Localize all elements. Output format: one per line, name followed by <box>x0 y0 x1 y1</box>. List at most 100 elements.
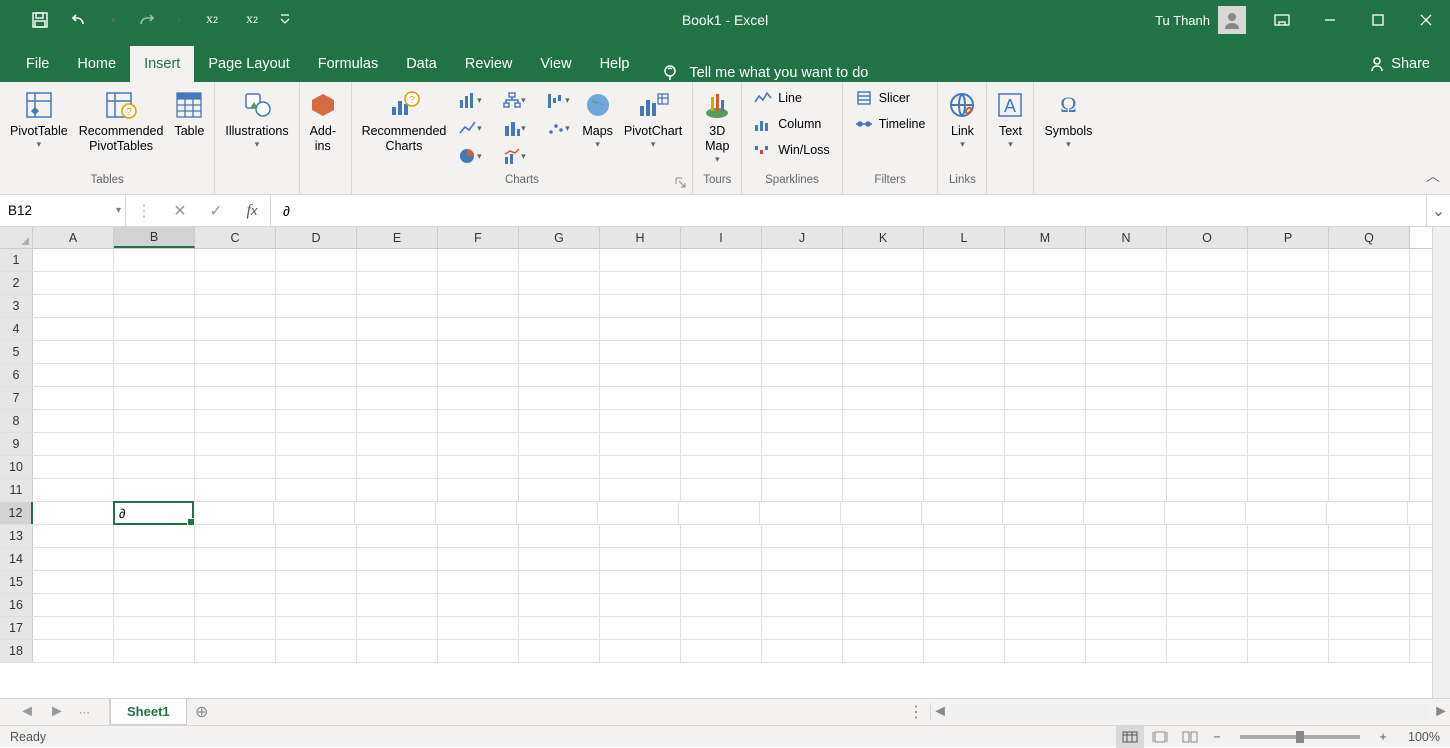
cell[interactable] <box>276 640 357 662</box>
cell[interactable] <box>1005 548 1086 570</box>
cell[interactable] <box>519 387 600 409</box>
cell[interactable] <box>1086 272 1167 294</box>
superscript-button[interactable]: x2 <box>232 0 272 40</box>
expand-formula-bar-icon[interactable]: ⌄ <box>1426 195 1450 226</box>
3d-map-button[interactable]: 3D Map ▾ <box>699 86 735 165</box>
cell[interactable] <box>195 318 276 340</box>
sheet-nav-more-icon[interactable]: ⋯ <box>79 706 90 719</box>
cell[interactable] <box>1005 640 1086 662</box>
cell[interactable] <box>1329 640 1410 662</box>
waterfall-chart-button[interactable]: ▾ <box>541 88 575 112</box>
tab-review[interactable]: Review <box>451 46 527 82</box>
scatter-chart-button[interactable]: ▾ <box>541 116 575 140</box>
sparkline-line-button[interactable]: Line <box>748 86 835 110</box>
cell[interactable] <box>1248 525 1329 547</box>
cell[interactable] <box>1086 617 1167 639</box>
illustrations-button[interactable]: Illustrations ▾ <box>221 86 292 150</box>
cell[interactable] <box>1248 571 1329 593</box>
cell[interactable] <box>600 479 681 501</box>
cell[interactable] <box>1248 364 1329 386</box>
cell[interactable] <box>519 594 600 616</box>
cell[interactable] <box>357 594 438 616</box>
cell[interactable] <box>519 410 600 432</box>
cell[interactable] <box>1167 640 1248 662</box>
cell[interactable] <box>762 364 843 386</box>
enter-icon[interactable]: ✓ <box>198 201 234 221</box>
close-button[interactable] <box>1402 0 1450 40</box>
cell[interactable] <box>1086 640 1167 662</box>
cell[interactable] <box>1167 249 1248 271</box>
tab-formulas[interactable]: Formulas <box>304 46 392 82</box>
cell[interactable] <box>519 479 600 501</box>
minimize-button[interactable] <box>1306 0 1354 40</box>
cell[interactable] <box>600 272 681 294</box>
cell[interactable] <box>1248 617 1329 639</box>
cell[interactable] <box>1005 571 1086 593</box>
cell[interactable] <box>681 433 762 455</box>
tab-help[interactable]: Help <box>586 46 644 82</box>
cell[interactable] <box>1086 433 1167 455</box>
cell[interactable] <box>760 502 841 524</box>
cell[interactable] <box>600 364 681 386</box>
cell[interactable] <box>276 594 357 616</box>
cell[interactable] <box>33 387 114 409</box>
recommended-charts-button[interactable]: ? Recommended Charts <box>358 86 451 154</box>
cell[interactable] <box>114 571 195 593</box>
cell[interactable] <box>762 571 843 593</box>
cell[interactable] <box>1005 341 1086 363</box>
cell[interactable] <box>600 640 681 662</box>
cell[interactable] <box>924 548 1005 570</box>
cell[interactable] <box>355 502 436 524</box>
cell[interactable] <box>681 594 762 616</box>
cell[interactable] <box>1086 295 1167 317</box>
column-header[interactable]: D <box>276 227 357 248</box>
cell[interactable] <box>276 295 357 317</box>
column-header[interactable]: O <box>1167 227 1248 248</box>
cell[interactable] <box>276 249 357 271</box>
cell[interactable] <box>33 433 114 455</box>
column-header[interactable]: N <box>1086 227 1167 248</box>
cell[interactable] <box>357 249 438 271</box>
cell[interactable] <box>519 525 600 547</box>
cell[interactable] <box>681 456 762 478</box>
cell[interactable] <box>195 456 276 478</box>
page-break-view-button[interactable] <box>1176 726 1204 748</box>
hierarchy-chart-button[interactable]: ▾ <box>497 88 531 112</box>
cell[interactable] <box>1167 387 1248 409</box>
cell[interactable] <box>195 387 276 409</box>
cell[interactable] <box>1329 594 1410 616</box>
cell[interactable] <box>600 571 681 593</box>
row-header[interactable]: 1 <box>0 249 33 271</box>
cell[interactable] <box>1005 295 1086 317</box>
row-header[interactable]: 9 <box>0 433 33 455</box>
cell[interactable] <box>843 341 924 363</box>
column-header[interactable]: Q <box>1329 227 1410 248</box>
cell[interactable] <box>276 272 357 294</box>
zoom-slider[interactable] <box>1240 735 1360 739</box>
cell[interactable] <box>1248 548 1329 570</box>
cell[interactable] <box>600 410 681 432</box>
cell[interactable] <box>681 410 762 432</box>
cell[interactable] <box>762 456 843 478</box>
cell[interactable] <box>438 272 519 294</box>
cell[interactable] <box>1003 502 1084 524</box>
cell[interactable] <box>276 456 357 478</box>
cell[interactable] <box>1005 249 1086 271</box>
cell[interactable] <box>924 640 1005 662</box>
cell[interactable] <box>924 295 1005 317</box>
cell[interactable] <box>1248 295 1329 317</box>
user-avatar[interactable] <box>1218 6 1246 34</box>
cell[interactable] <box>762 594 843 616</box>
cell[interactable] <box>924 479 1005 501</box>
cell[interactable] <box>762 479 843 501</box>
cell[interactable] <box>762 341 843 363</box>
cell[interactable] <box>600 433 681 455</box>
cell[interactable] <box>1248 387 1329 409</box>
cell[interactable] <box>762 249 843 271</box>
cell[interactable] <box>1167 617 1248 639</box>
cell[interactable] <box>114 456 195 478</box>
cell[interactable] <box>1167 594 1248 616</box>
row-header[interactable]: 15 <box>0 571 33 593</box>
cell[interactable] <box>438 571 519 593</box>
undo-dropdown[interactable]: ▾ <box>100 0 126 40</box>
